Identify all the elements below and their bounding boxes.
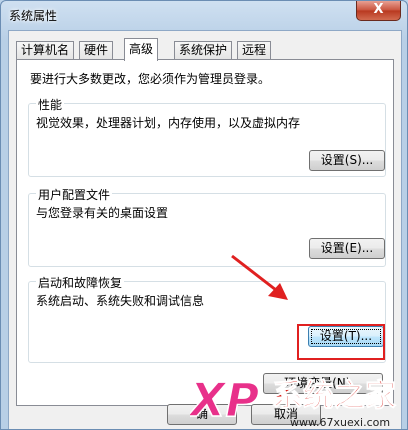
annotation-arrow xyxy=(231,254,288,300)
site-watermark-logo: XP 系统之家 www.67xuexi.com xyxy=(190,372,397,429)
watermark-site-name: 系统之家 xyxy=(272,378,396,414)
watermark-url: www.67xuexi.com xyxy=(290,416,390,429)
watermark-logo-text: XP xyxy=(190,373,259,427)
